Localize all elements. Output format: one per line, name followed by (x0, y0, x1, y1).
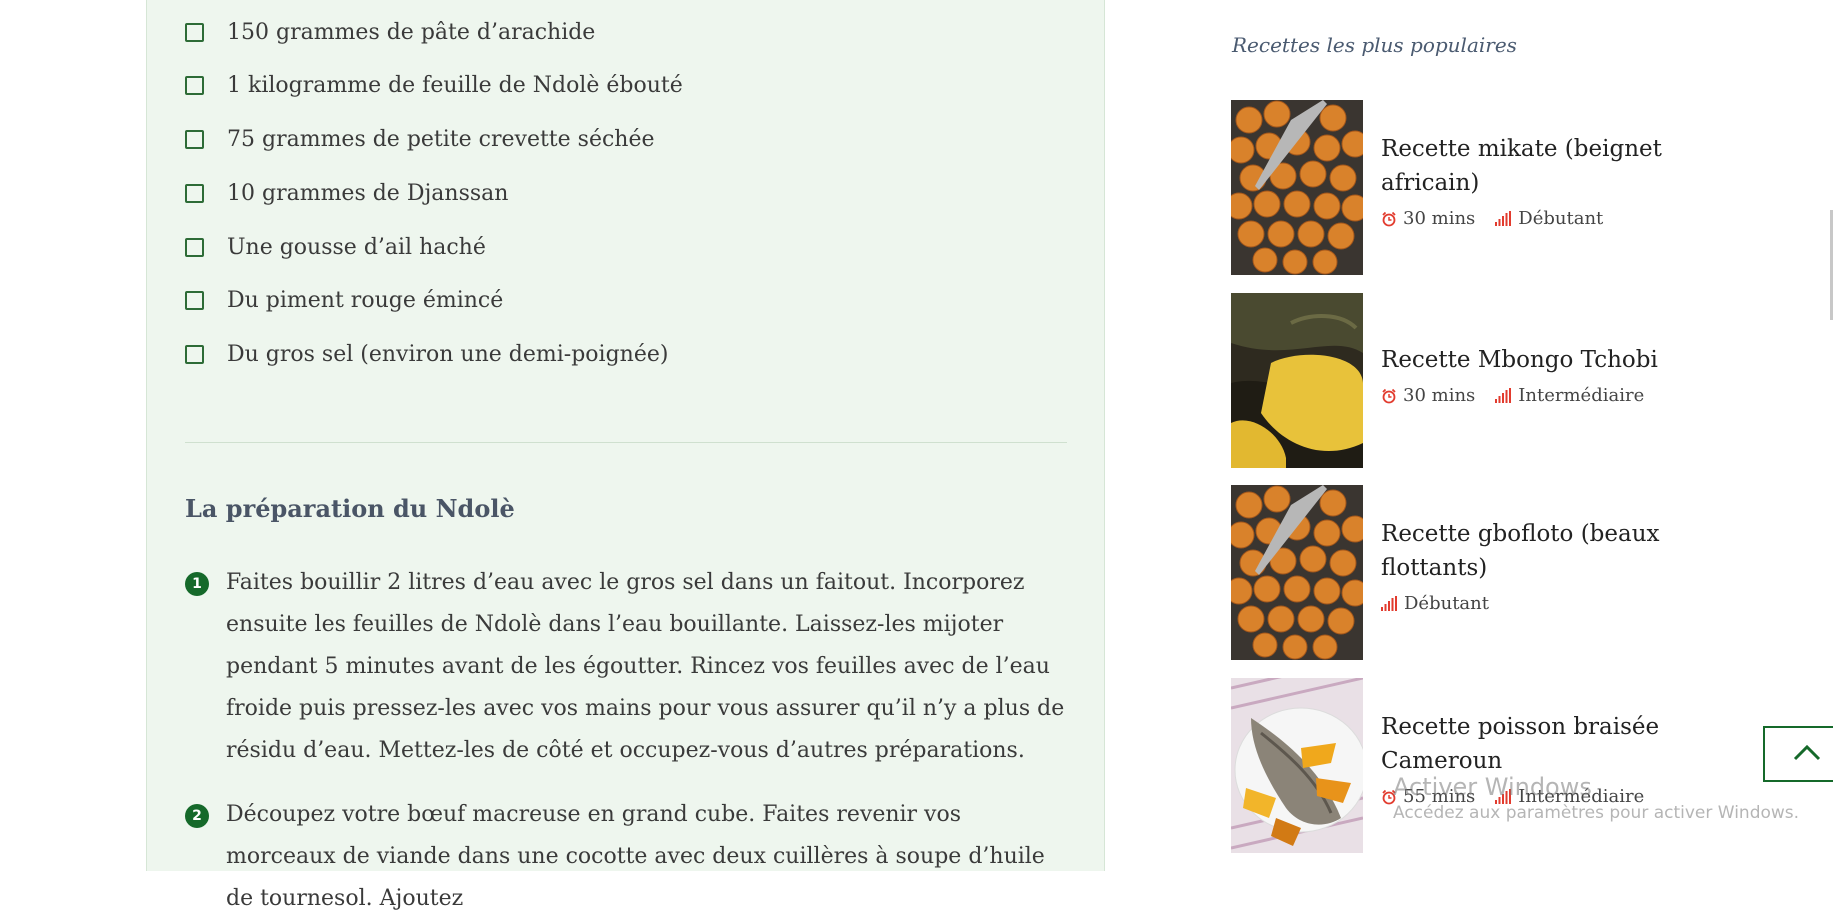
section-divider (185, 442, 1067, 443)
recipe-time-value: 55 mins (1403, 786, 1476, 807)
ingredient-label: Du piment rouge émincé (227, 287, 504, 313)
recipe-level-value: Intermédiaire (1518, 385, 1645, 406)
recipe-time: 55 mins (1381, 786, 1475, 807)
step-number-badge: 1 (185, 572, 209, 596)
popular-recipe-card[interactable]: Recette poisson braisée Cameroun 55 mins… (1231, 678, 1659, 853)
recipe-info: Recette gbofloto (beaux flottants) Début… (1381, 517, 1681, 614)
recipe-content-panel: 150 grammes de pâte d’arachide 1 kilogra… (146, 0, 1105, 911)
recipe-title-link[interactable]: Recette Mbongo Tchobi (1381, 343, 1681, 377)
ingredient-label: 150 grammes de pâte d’arachide (227, 19, 596, 45)
recipe-time-value: 30 mins (1403, 208, 1476, 229)
recipe-level: Débutant (1495, 208, 1603, 229)
back-to-top-button[interactable] (1763, 726, 1833, 782)
alarm-clock-icon (1381, 211, 1397, 227)
recipe-time-value: 30 mins (1403, 385, 1476, 406)
ingredient-checkbox[interactable] (185, 75, 204, 95)
recipe-meta: 55 mins Intermédiaire (1381, 786, 1681, 807)
recipe-meta: Débutant (1381, 593, 1681, 614)
preparation-title: La préparation du Ndolè (185, 494, 515, 523)
chevron-up-icon (1793, 743, 1821, 765)
ingredient-item[interactable]: 1 kilogramme de feuille de Ndolè ébouté (185, 70, 683, 100)
recipe-info: Recette poisson braisée Cameroun 55 mins… (1381, 710, 1681, 807)
popular-recipe-card[interactable]: Recette mikate (beignet africain) 30 min… (1231, 100, 1662, 275)
ingredient-label: Une gousse d’ail haché (227, 234, 486, 260)
ingredient-label: Du gros sel (environ une demi-poignée) (227, 341, 669, 367)
recipe-title-link[interactable]: Recette gbofloto (beaux flottants) (1381, 517, 1681, 585)
recipe-thumbnail[interactable] (1231, 100, 1363, 275)
recipe-title-link[interactable]: Recette poisson braisée Cameroun (1381, 710, 1681, 778)
ingredient-item[interactable]: 75 grammes de petite crevette séchée (185, 124, 655, 154)
ingredient-checkbox[interactable] (185, 237, 204, 257)
ingredient-checkbox[interactable] (185, 183, 204, 203)
ingredient-checkbox[interactable] (185, 129, 204, 149)
ingredient-item[interactable]: 150 grammes de pâte d’arachide (185, 17, 595, 47)
popular-recipe-card[interactable]: Recette Mbongo Tchobi 30 mins Intermédia… (1231, 293, 1658, 468)
recipe-level-value: Intermédiaire (1518, 786, 1645, 807)
recipe-info: Recette Mbongo Tchobi 30 mins Intermédia… (1381, 343, 1681, 406)
step-text: Découpez votre bœuf macreuse en grand cu… (226, 802, 1045, 911)
preparation-step: 2 Découpez votre bœuf macreuse en grand … (185, 794, 1071, 920)
recipe-thumbnail[interactable] (1231, 485, 1363, 660)
popular-recipe-card[interactable]: Recette gbofloto (beaux flottants) Début… (1231, 485, 1660, 660)
recipe-time: 30 mins (1381, 208, 1475, 229)
ingredient-label: 10 grammes de Djanssan (227, 180, 509, 206)
recipe-level: Intermédiaire (1495, 385, 1644, 406)
recipe-time: 30 mins (1381, 385, 1475, 406)
recipe-meta: 30 mins Débutant (1381, 208, 1681, 229)
popular-recipes-title: Recettes les plus populaires (1232, 33, 1517, 57)
signal-bars-icon (1381, 596, 1398, 611)
recipe-thumbnail[interactable] (1231, 293, 1363, 468)
recipe-level: Débutant (1381, 593, 1489, 614)
alarm-clock-icon (1381, 789, 1397, 805)
step-text: Faites bouillir 2 litres d’eau avec le g… (226, 570, 1065, 763)
ingredient-checkbox[interactable] (185, 22, 204, 42)
recipe-level-value: Débutant (1518, 208, 1604, 229)
signal-bars-icon (1495, 789, 1512, 804)
ingredient-item[interactable]: 10 grammes de Djanssan (185, 178, 508, 208)
ingredient-label: 75 grammes de petite crevette séchée (227, 126, 655, 152)
signal-bars-icon (1495, 211, 1512, 226)
recipe-level: Intermédiaire (1495, 786, 1644, 807)
step-number-badge: 2 (185, 804, 209, 828)
recipe-meta: 30 mins Intermédiaire (1381, 385, 1681, 406)
recipe-thumbnail[interactable] (1231, 678, 1363, 853)
ingredient-label: 1 kilogramme de feuille de Ndolè ébouté (227, 72, 683, 98)
recipe-title-link[interactable]: Recette mikate (beignet africain) (1381, 132, 1681, 200)
ingredient-item[interactable]: Du piment rouge émincé (185, 285, 503, 315)
alarm-clock-icon (1381, 388, 1397, 404)
ingredient-checkbox[interactable] (185, 290, 204, 310)
preparation-step: 1 Faites bouillir 2 litres d’eau avec le… (185, 562, 1071, 772)
ingredient-checkbox[interactable] (185, 344, 204, 364)
recipe-level-value: Débutant (1404, 593, 1489, 614)
ingredient-item[interactable]: Du gros sel (environ une demi-poignée) (185, 339, 668, 369)
signal-bars-icon (1495, 388, 1512, 403)
ingredient-item[interactable]: Une gousse d’ail haché (185, 232, 486, 262)
recipe-info: Recette mikate (beignet africain) 30 min… (1381, 132, 1681, 229)
